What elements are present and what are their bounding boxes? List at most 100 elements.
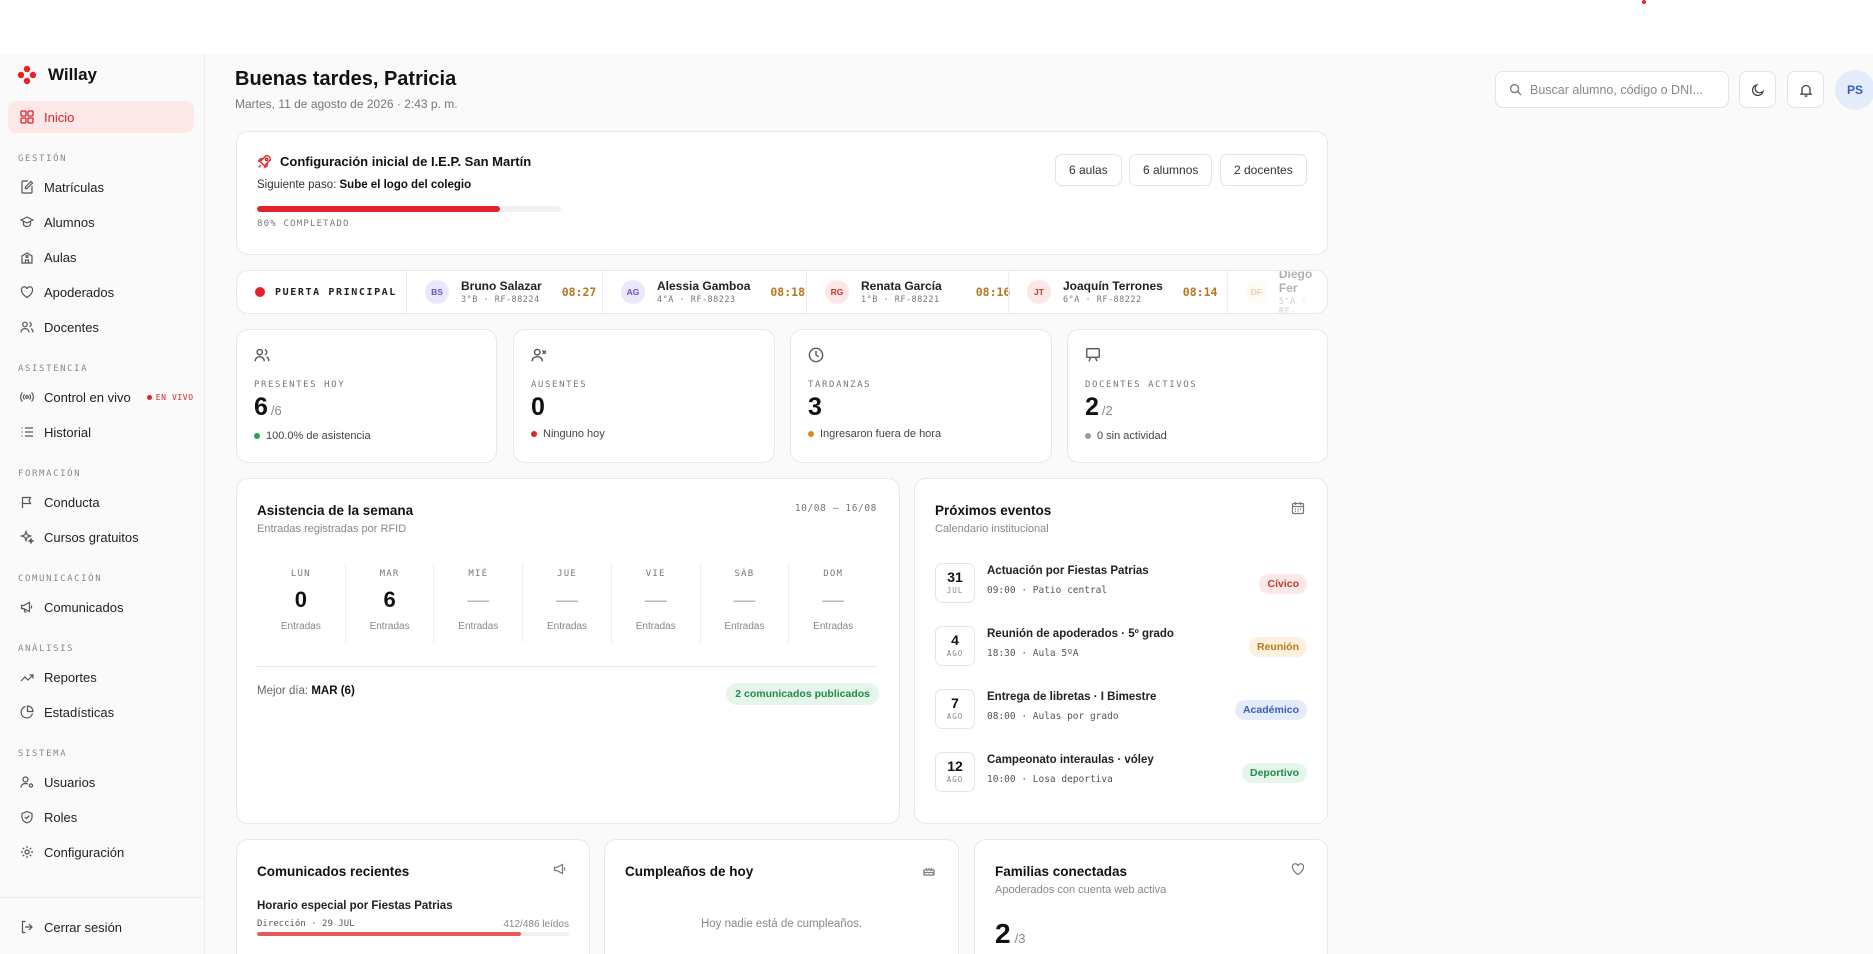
weekly-attendance-card: Asistencia de la semana Entradas registr… [236,478,900,824]
nav-label: Comunicados [44,599,124,615]
card-title: Asistencia de la semana [257,503,414,518]
nav-inicio[interactable]: Inicio [8,101,194,133]
day-column[interactable]: VIE — Entradas [612,563,701,642]
best-day: Mejor día: MAR (6) [257,685,355,697]
gate-label: PUERTA PRINCIPAL [255,271,397,313]
nav-comunicados[interactable]: Comunicados [8,591,194,623]
entry-item[interactable]: JT Joaquín Terrones 6°A · RF-88222 08:14 [1027,271,1217,313]
day-column[interactable]: JUE — Entradas [523,563,612,642]
divider [406,271,407,313]
event-date: 7 AGO [935,689,975,729]
entry-item[interactable]: AG Alessia Gamboa 4°A · RF-88223 08:18 [621,271,805,313]
nav-estadisticas[interactable]: Estadísticas [8,696,194,728]
edit-document-icon [21,180,34,194]
card-title: Comunicados recientes [257,864,410,879]
student-meta: 5°A · RF- [1278,297,1307,314]
event-month: AGO [946,712,964,721]
best-day-value: MAR (6) [311,685,355,697]
stat-total: /6 [270,403,282,418]
heart-handshake-icon[interactable] [1291,862,1305,876]
stat-card-docentes[interactable]: DOCENTES ACTIVOS 2/2 0 sin actividad [1067,329,1328,463]
day-column[interactable]: LUN 0 Entradas [257,563,346,642]
calendar-icon[interactable] [1291,501,1305,515]
nav-configuracion[interactable]: Configuración [8,836,194,868]
day-value: — [733,587,756,612]
event-day: 7 [951,695,959,711]
stat-note: 100.0% de asistencia [254,430,371,442]
setup-progress-label: 80% COMPLETADO [257,219,350,229]
event-month: AGO [946,775,964,784]
flag-icon [21,496,32,508]
stat-value: 6/6 [254,393,282,422]
sparkles-icon [20,530,34,544]
card-subtitle: Apoderados con cuenta web activa [995,884,1167,896]
student-avatar: DF [1246,280,1267,304]
stat-note-text: 100.0% de asistencia [266,430,371,442]
nav-roles[interactable]: Roles [8,801,194,833]
nav-docentes[interactable]: Docentes [8,311,194,343]
stat-note-text: Ingresaron fuera de hora [820,428,942,440]
student-meta: 6°A · RF-88222 [1063,295,1142,305]
event-item[interactable]: 31 JUL Actuación por Fiestas Patrias 09:0… [935,563,1307,605]
stat-card-presentes[interactable]: PRESENTES HOY 6/6 100.0% de asistencia [236,329,497,463]
entry-item[interactable]: RG Renata García 1°B · RF-88221 08:16 [825,271,1010,313]
student-avatar: AG [621,280,645,304]
nav-label: Conducta [44,494,100,510]
theme-toggle-button[interactable] [1739,71,1776,108]
stat-card-tardanzas[interactable]: TARDANZAS 3 Ingresaron fuera de hora [790,329,1052,463]
nav-cursos-gratuitos[interactable]: Cursos gratuitos [8,521,194,553]
cake-icon[interactable] [922,862,936,876]
nav-conducta[interactable]: Conducta [8,486,194,518]
search-icon [1509,83,1522,96]
gate-name: PUERTA PRINCIPAL [275,286,397,298]
event-title: Entrega de libretas · I Bimestre [987,691,1157,703]
event-item[interactable]: 4 AGO Reunión de apoderados · 5º grado 18… [935,626,1307,668]
logout-button[interactable]: Cerrar sesión [8,911,194,943]
nav-label: Control en vivo [44,389,131,405]
chip-aulas-button[interactable]: 6 aulas [1055,154,1122,186]
student-meta: 4°A · RF-88223 [657,295,736,305]
chip-alumnos-button[interactable]: 6 alumnos [1129,154,1213,186]
stat-card-ausentes[interactable]: AUSENTES 0 Ninguno hoy [513,329,775,463]
megaphone-icon[interactable] [553,862,567,876]
grid-icon [20,110,34,124]
comunicado-title[interactable]: Horario especial por Fiestas Patrias [257,900,453,912]
nav-aulas[interactable]: Aulas [8,241,194,273]
graduation-cap-icon [20,216,34,228]
setup-next-step: Siguiente paso: Sube el logo del colegio [257,179,471,191]
day-column[interactable]: MIÉ — Entradas [434,563,524,642]
day-name: MIÉ [468,569,489,579]
shield-check-icon [21,810,33,824]
nav-alumnos[interactable]: Alumnos [8,206,194,238]
notification-dot [1642,0,1646,4]
divider [1227,271,1228,313]
current-date: Martes, 11 de agosto de 2026 · 2:43 p. m… [235,97,458,111]
event-date: 31 JUL [935,563,975,603]
student-name: Alessia Gamboa [657,279,751,293]
day-column[interactable]: DOM — Entradas [789,563,877,642]
day-name: MAR [379,569,400,579]
nav-apoderados[interactable]: Apoderados [8,276,194,308]
entry-item[interactable]: BS Bruno Salazar 3°B · RF-88224 08:27 [425,271,596,313]
brand[interactable]: Willay [16,64,97,86]
event-item[interactable]: 12 AGO Campeonato interaulas · vóley 10:0… [935,752,1307,794]
nav-reportes[interactable]: Reportes [8,661,194,693]
day-column[interactable]: SÁB — Entradas [701,563,790,642]
nav-usuarios[interactable]: Usuarios [8,766,194,798]
search-input[interactable] [1530,82,1720,97]
trending-up-icon [20,674,34,682]
notifications-button[interactable] [1787,71,1824,108]
search-box[interactable] [1495,71,1729,108]
day-column[interactable]: MAR 6 Entradas [346,563,435,642]
student-name: Bruno Salazar [461,279,542,293]
nav-control-en-vivo[interactable]: Control en vivo EN VIVO [8,381,194,413]
event-item[interactable]: 7 AGO Entrega de libretas · I Bimestre 08… [935,689,1307,731]
event-month: AGO [946,649,964,658]
logo-icon [17,65,37,85]
nav-matriculas[interactable]: Matrículas [8,171,194,203]
user-avatar[interactable]: PS [1835,70,1873,110]
entry-item[interactable]: DF Diego Fer 5°A · RF- [1246,271,1327,313]
nav-historial[interactable]: Historial [8,416,194,448]
families-card: Familias conectadas Apoderados con cuent… [974,839,1328,954]
chip-docentes-button[interactable]: 2 docentes [1220,154,1307,186]
